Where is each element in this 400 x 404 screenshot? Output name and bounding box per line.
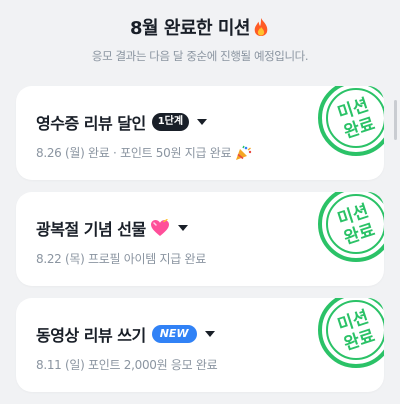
- level-badge: 1단계: [151, 113, 190, 131]
- mission-status: 8.22 (목) 프로필 아이템 지급 완료: [36, 252, 206, 266]
- mission-complete-stamp: 미션 완료: [318, 86, 384, 156]
- mission-complete-stamp: 미션 완료: [318, 192, 384, 262]
- chevron-down-icon[interactable]: [204, 331, 215, 337]
- new-badge: NEW: [151, 325, 197, 343]
- page-title-row: 8월 완료한 미션: [130, 14, 270, 40]
- mission-card[interactable]: 광복절 기념 선물 8.22 (목) 프로필 아이템 지급 완료 미션 완료: [16, 192, 384, 286]
- chevron-down-icon[interactable]: [197, 119, 208, 125]
- party-popper-icon: [236, 145, 252, 160]
- fire-icon: [254, 18, 268, 36]
- mission-status: 8.26 (월) 완료 · 포인트 50원 지급 완료: [36, 146, 232, 160]
- mission-card[interactable]: 영수증 리뷰 달인 1단계 8.26 (월) 완료 · 포인트 50원 지급 완…: [16, 86, 384, 180]
- page-header: 8월 완료한 미션 응모 결과는 다음 달 중순에 진행될 예정입니다.: [0, 0, 400, 64]
- mission-status: 8.11 (일) 포인트 2,000원 응모 완료: [36, 358, 218, 372]
- mission-complete-stamp: 미션 완료: [318, 298, 384, 368]
- mission-title: 영수증 리뷰 달인: [36, 114, 146, 133]
- page-title: 8월 완료한 미션: [130, 18, 250, 39]
- heart-icon: [150, 219, 169, 236]
- mission-title: 광복절 기념 선물: [36, 220, 146, 239]
- mission-card[interactable]: 동영상 리뷰 쓰기 NEW 8.11 (일) 포인트 2,000원 응모 완료 …: [16, 298, 384, 392]
- scrollbar-thumb[interactable]: [394, 100, 397, 140]
- mission-title: 동영상 리뷰 쓰기: [36, 326, 146, 345]
- chevron-down-icon[interactable]: [177, 225, 188, 231]
- page-subtitle: 응모 결과는 다음 달 중순에 진행될 예정입니다.: [91, 49, 309, 63]
